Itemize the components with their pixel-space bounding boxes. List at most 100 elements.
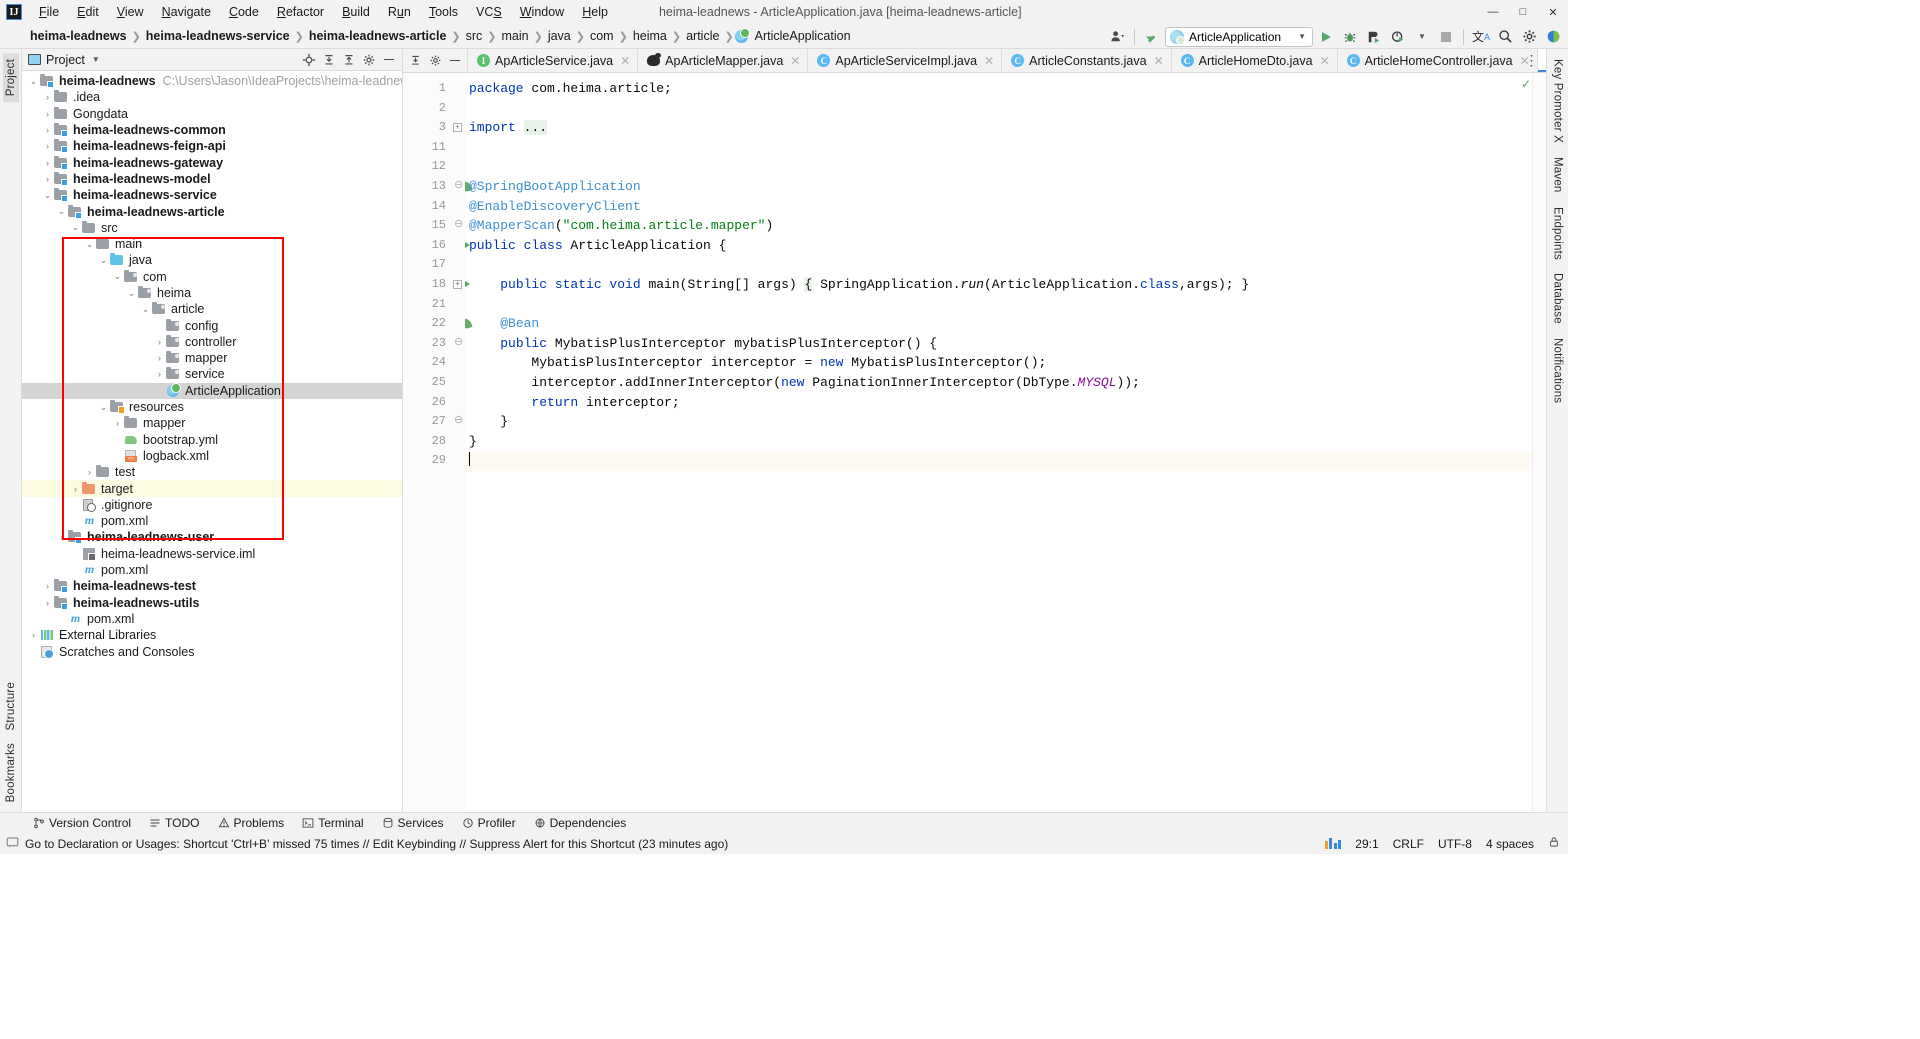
code-line[interactable]: package com.heima.article; (465, 79, 1546, 99)
editor-tab-aparticleservice-java[interactable]: IApArticleService.java✕ (468, 49, 638, 72)
code-line[interactable] (465, 295, 1546, 315)
tool-window-terminal[interactable]: Terminal (293, 814, 372, 832)
tree-node[interactable]: ⌄heima-leadnews-article (22, 203, 402, 219)
file-encoding[interactable]: UTF-8 (1438, 837, 1472, 851)
vcs-update-icon[interactable] (1141, 26, 1163, 48)
code-line[interactable]: public static void main(String[] args) {… (465, 275, 1546, 295)
close-icon[interactable]: ✕ (1320, 54, 1330, 68)
menu-item-tools[interactable]: Tools (420, 2, 467, 22)
expand-icon[interactable] (339, 50, 358, 69)
tree-node[interactable]: ›heima-leadnews-feign-api (22, 138, 402, 154)
minimize-button[interactable]: — (1478, 0, 1508, 24)
rail-item-structure[interactable]: Structure (3, 676, 19, 736)
close-icon[interactable]: ✕ (620, 54, 630, 68)
chevron-down-icon[interactable]: ⌄ (56, 206, 67, 217)
breadcrumb-item-src[interactable]: src❯ (462, 28, 498, 44)
collapse-all-icon[interactable] (319, 50, 338, 69)
editor-tab-articlehomecontroller-java[interactable]: CArticleHomeController.java✕ (1338, 49, 1538, 72)
menu-item-build[interactable]: Build (333, 2, 379, 22)
tree-node[interactable]: ›mpom.xml (22, 611, 402, 627)
tree-node[interactable]: ⌄com (22, 269, 402, 285)
menu-item-refactor[interactable]: Refactor (268, 2, 333, 22)
tool-window-profiler[interactable]: Profiler (453, 814, 525, 832)
close-icon[interactable]: ✕ (1154, 54, 1164, 68)
fold-line[interactable] (451, 255, 465, 275)
search-everywhere-icon[interactable] (1494, 26, 1516, 48)
translate-icon[interactable]: 文A (1470, 26, 1492, 48)
fold-line[interactable] (451, 432, 465, 452)
chevron-right-icon[interactable]: › (84, 467, 95, 477)
code-line[interactable] (465, 99, 1546, 119)
chevron-down-icon[interactable]: ⌄ (98, 402, 109, 413)
tree-node[interactable]: ›.idea (22, 89, 402, 105)
line-separator[interactable]: CRLF (1393, 837, 1424, 851)
editor-code-content[interactable]: package com.heima.article; import ... @S… (465, 73, 1546, 812)
lock-icon[interactable] (1548, 836, 1560, 851)
menu-item-window[interactable]: Window (511, 2, 573, 22)
tool-window-problems[interactable]: Problems (209, 814, 294, 832)
code-line[interactable]: import ... (465, 118, 1546, 138)
tree-node[interactable]: ⌄resources (22, 399, 402, 415)
profiler-button[interactable] (1387, 26, 1409, 48)
hide-panel-icon[interactable] (379, 50, 398, 69)
fold-line[interactable]: ⊖ (451, 412, 465, 432)
rail-item-maven[interactable]: Maven (1550, 151, 1566, 199)
chevron-right-icon[interactable]: › (42, 109, 53, 119)
chevron-right-icon[interactable]: › (42, 141, 53, 151)
fold-line[interactable] (451, 197, 465, 217)
tool-window-dependencies[interactable]: Dependencies (525, 814, 636, 832)
stop-button[interactable] (1435, 26, 1457, 48)
profiler-dropdown-icon[interactable]: ▼ (1411, 26, 1433, 48)
chevron-right-icon[interactable]: › (42, 92, 53, 102)
menu-item-edit[interactable]: Edit (68, 2, 108, 22)
run-configuration-selector[interactable]: ArticleApplication ▼ (1165, 27, 1313, 47)
code-line[interactable]: public class ArticleApplication { (465, 236, 1546, 256)
chevron-down-icon[interactable]: ⌄ (70, 222, 81, 233)
chevron-down-icon[interactable]: ⌄ (112, 271, 123, 282)
code-line[interactable]: @Bean (465, 314, 1546, 334)
editor-settings-gear-icon[interactable] (425, 51, 445, 71)
settings-gear-icon[interactable] (1518, 26, 1540, 48)
gutter-line[interactable]: 13 (403, 177, 451, 197)
fold-line[interactable]: + (451, 275, 465, 295)
menu-item-code[interactable]: Code (220, 2, 268, 22)
fold-line[interactable] (451, 314, 465, 334)
gutter-line[interactable]: 17 (403, 255, 451, 275)
breadcrumb-item-heima[interactable]: heima❯ (629, 28, 682, 44)
fold-line[interactable] (451, 451, 465, 471)
indent-setting[interactable]: 4 spaces (1486, 837, 1534, 851)
menu-item-navigate[interactable]: Navigate (153, 2, 220, 22)
gutter-line[interactable]: 12 (403, 157, 451, 177)
menu-item-view[interactable]: View (108, 2, 153, 22)
editor-scrollbar[interactable] (1532, 73, 1546, 812)
menu-item-file[interactable]: File (30, 2, 68, 22)
tree-node[interactable]: ⌄heima (22, 285, 402, 301)
maximize-button[interactable]: □ (1508, 0, 1538, 24)
tree-node[interactable]: ⌄heima-leadnews-service (22, 187, 402, 203)
tree-node[interactable]: ›target (22, 480, 402, 496)
run-button[interactable] (1315, 26, 1337, 48)
code-line[interactable]: MybatisPlusInterceptor interceptor = new… (465, 353, 1546, 373)
breadcrumb-item-heima-leadnews-article[interactable]: heima-leadnews-article❯ (305, 28, 462, 44)
fold-expand-icon[interactable]: + (453, 123, 462, 132)
fold-line[interactable] (451, 79, 465, 99)
rail-item-database[interactable]: Database (1550, 267, 1566, 330)
code-line[interactable]: } (465, 432, 1546, 452)
tree-node[interactable]: ›logback.xml (22, 448, 402, 464)
gutter-line[interactable]: 27 (403, 412, 451, 432)
chevron-down-icon[interactable]: ⌄ (98, 255, 109, 266)
fold-line[interactable] (451, 157, 465, 177)
fold-collapse-icon[interactable]: ⊖ (454, 220, 462, 228)
tree-node[interactable]: ⌄heima-leadnewsC:\Users\Jason\IdeaProjec… (22, 73, 402, 89)
inspection-status-ok-icon[interactable]: ✓ (1521, 77, 1531, 91)
code-line[interactable]: @MapperScan("com.heima.article.mapper") (465, 216, 1546, 236)
tree-node[interactable]: ›mapper (22, 415, 402, 431)
tree-node[interactable]: ›mpom.xml (22, 513, 402, 529)
tree-node[interactable]: ›bootstrap.yml (22, 432, 402, 448)
chevron-down-icon[interactable]: ⌄ (28, 76, 39, 87)
memory-indicator[interactable] (1325, 838, 1342, 849)
chevron-right-icon[interactable]: › (42, 581, 53, 591)
editor-gutter[interactable]: 1231112131415161718212223242526272829 (403, 73, 451, 812)
code-line[interactable] (465, 138, 1546, 158)
tree-node[interactable]: ›mpom.xml (22, 562, 402, 578)
